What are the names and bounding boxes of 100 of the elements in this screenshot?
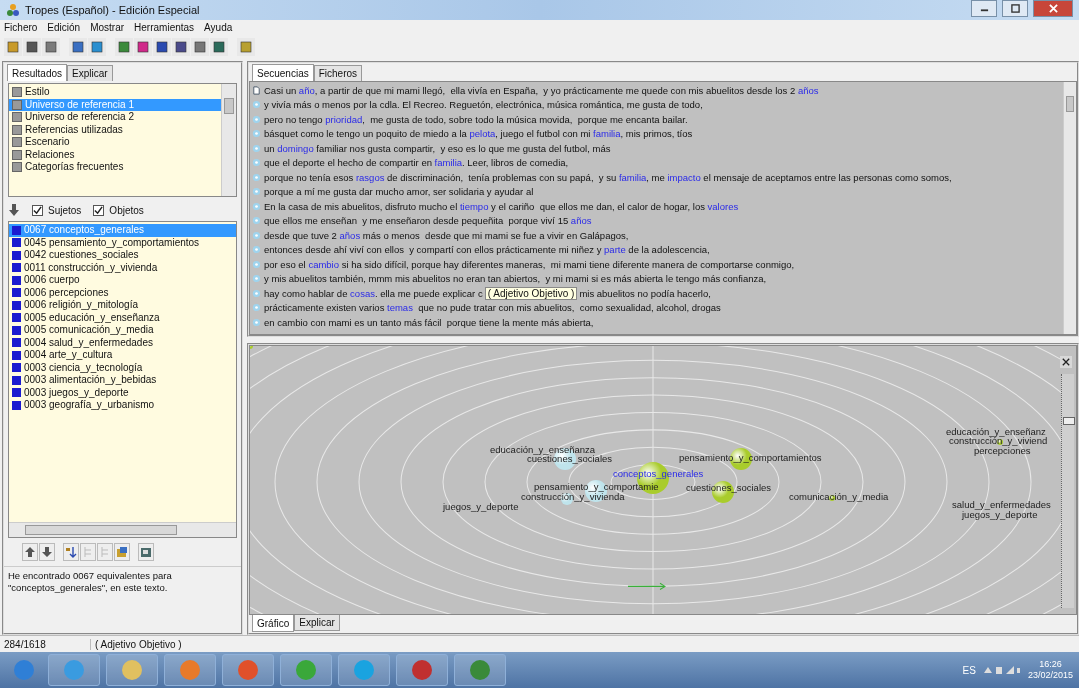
toolbar-button[interactable]	[23, 38, 41, 56]
toolbar-button[interactable]	[134, 38, 152, 56]
node-label[interactable]: construcción_y_vivienda	[521, 491, 625, 502]
vertical-scrollbar[interactable]	[1063, 82, 1076, 334]
list-item[interactable]: 0004 arte_y_cultura	[9, 349, 236, 362]
sentence-text: y vivía más o menos por la cdla. El Recreo. Reguetón, electrónica, música romántica, me gusta de todo,	[264, 99, 703, 111]
list-item[interactable]: 0005 comunicación_y_media	[9, 324, 236, 337]
sort-button[interactable]	[63, 543, 79, 561]
square-icon	[155, 40, 169, 54]
list-item[interactable]: Referencias utilizadas	[9, 123, 221, 136]
menu-item[interactable]: Fichero	[4, 22, 38, 33]
node-label[interactable]: salud_y_enfermedades	[952, 499, 1051, 510]
minimize-button[interactable]	[971, 0, 997, 17]
bullet-icon	[252, 288, 261, 298]
toolbar-button[interactable]	[172, 38, 190, 56]
list-item[interactable]: 0006 percepciones	[9, 286, 236, 299]
list-item[interactable]: Escenario	[9, 136, 221, 149]
sentence-text: que el deporte el hecho de compartir en familia. Leer, libros de comedia,	[264, 157, 569, 169]
list-item[interactable]: Universo de referencia 2	[9, 111, 221, 124]
list-item[interactable]: 0003 juegos_y_deporte	[9, 386, 236, 399]
bullet-icon	[252, 201, 261, 211]
toolbar-button[interactable]	[210, 38, 228, 56]
bullet-icon	[252, 114, 261, 124]
taskbar-button[interactable]	[396, 654, 448, 686]
move-down-button[interactable]	[39, 543, 55, 561]
node-bubble[interactable]	[829, 495, 835, 501]
language-indicator[interactable]: ES	[962, 664, 976, 676]
node-label[interactable]: comunicación_y_media	[789, 491, 889, 502]
node-label[interactable]: educación_y_enseñanz	[946, 426, 1046, 437]
list-item[interactable]: 0003 geografía_y_urbanismo	[9, 399, 236, 412]
square-icon	[117, 40, 131, 54]
tab[interactable]: Explicar	[67, 65, 113, 81]
menu-item[interactable]: Herramientas	[134, 22, 195, 33]
toolbar-button[interactable]	[42, 38, 60, 56]
square-icon	[136, 40, 150, 54]
close-button[interactable]	[1060, 356, 1072, 368]
list-item[interactable]: 0042 cuestiones_sociales	[9, 249, 236, 262]
bullet-icon	[252, 230, 261, 240]
clock-date: 23/02/2015	[1027, 670, 1073, 681]
bullet-icon	[252, 129, 261, 139]
tab[interactable]: Gráfico	[252, 615, 295, 632]
square-icon	[71, 40, 85, 54]
list-item[interactable]: 0045 pensamiento_y_comportamientos	[9, 236, 236, 249]
node-label[interactable]: percepciones	[974, 445, 1031, 456]
move-up-button[interactable]	[22, 543, 38, 561]
bullet-icon	[252, 143, 261, 153]
export-button[interactable]	[138, 543, 154, 561]
list-item[interactable]: 0003 alimentación_y_bebidas	[9, 374, 236, 387]
node-bubble[interactable]	[997, 439, 1003, 445]
menu-item[interactable]: Ayuda	[204, 22, 233, 33]
toolbar-button[interactable]	[115, 38, 133, 56]
list-item[interactable]: 0004 salud_y_enfermedades	[9, 336, 236, 349]
toolbar-button[interactable]	[237, 38, 255, 56]
tab[interactable]: Secuencias	[252, 64, 314, 81]
list-item[interactable]: 0011 construcción_y_vivienda	[9, 261, 236, 274]
sentence-text: porque no tenía esos rasgos de discriminación, tenía problemas con su papá, y su familia, me impacto el mensaje de aceptamos entre las personas como somos,	[264, 171, 952, 183]
tab[interactable]: Explicar	[294, 615, 340, 631]
list-item[interactable]: 0006 religión_y_mitología	[9, 299, 236, 312]
bullet-icon	[252, 216, 261, 226]
maximize-button[interactable]	[1002, 0, 1028, 17]
app-icon	[236, 658, 260, 682]
tab[interactable]: Resultados	[7, 64, 68, 81]
checkmark-icon	[94, 205, 104, 215]
list-item[interactable]: 0003 ciencia_y_tecnología	[9, 361, 236, 374]
sort-icon	[65, 546, 77, 558]
checkbox[interactable]: Sujetos	[32, 204, 82, 216]
node-label[interactable]: juegos_y_deporte	[962, 509, 1038, 520]
result-message: He encontrado 0067 equivalentes para "conceptos_generales", en este texto.	[4, 566, 241, 633]
list-item[interactable]: Estilo	[9, 86, 221, 99]
list-item[interactable]: 0006 cuerpo	[9, 274, 236, 287]
node-label[interactable]: educación_y_enseñanza	[490, 444, 596, 455]
down-arrow-icon	[8, 203, 20, 217]
checkbox[interactable]: Objetos	[93, 204, 144, 216]
tab[interactable]: Ficheros	[313, 65, 363, 81]
app-icon	[410, 658, 434, 682]
list-item[interactable]: Relaciones	[9, 148, 221, 161]
toolbar-button[interactable]	[191, 38, 209, 56]
zoom-slider[interactable]	[1061, 374, 1074, 608]
tree-icon	[82, 546, 94, 558]
toolbar-button[interactable]	[4, 38, 22, 56]
list-item[interactable]: Categorías frecuentes	[9, 161, 221, 174]
tray-icons[interactable]	[981, 664, 1022, 676]
app-icon	[62, 658, 86, 682]
toolbar-button[interactable]	[69, 38, 87, 56]
node-label[interactable]: juegos_y_deporte	[443, 501, 519, 512]
square-icon	[212, 40, 226, 54]
square-icon	[174, 40, 188, 54]
vertical-scrollbar[interactable]	[221, 84, 236, 196]
slider-thumb[interactable]	[1063, 416, 1075, 425]
toolbar-button[interactable]	[88, 38, 106, 56]
list-item[interactable]: 0005 educación_y_enseñanza	[9, 311, 236, 324]
horizontal-scrollbar[interactable]	[9, 522, 236, 537]
square-icon	[90, 40, 104, 54]
document-icon	[252, 85, 261, 95]
window-title: Tropes (Español) - Edición Especial	[25, 4, 200, 16]
menu-item[interactable]: Edición	[47, 22, 81, 33]
properties-button[interactable]	[114, 543, 130, 561]
sentence-text: básquet como le tengo un poquito de miedo a la pelota, juego el futbol con mi familia, mis primos, tíos	[264, 128, 693, 140]
menu-item[interactable]: Mostrar	[90, 22, 125, 33]
toolbar-button[interactable]	[153, 38, 171, 56]
